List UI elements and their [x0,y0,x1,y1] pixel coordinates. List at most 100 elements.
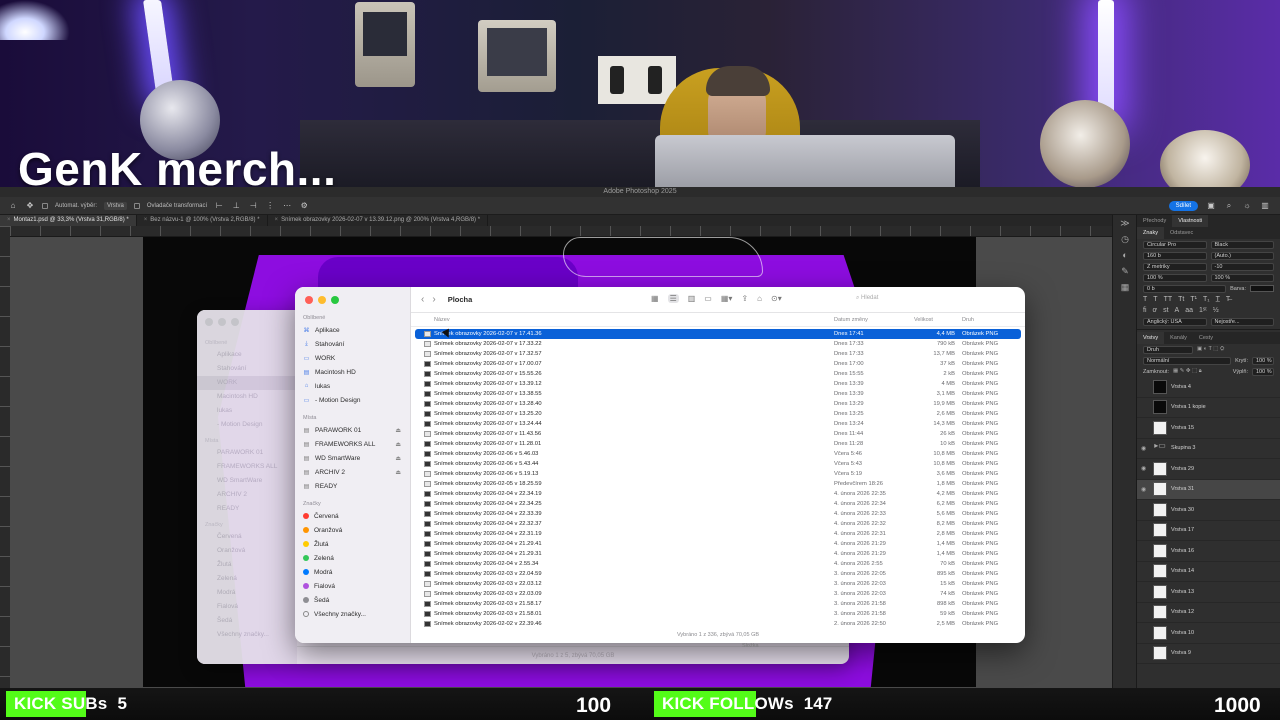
antialias-select[interactable]: Nejostře... [1210,317,1274,326]
workspace-icon[interactable]: ▥ [1260,201,1270,211]
layer-row[interactable]: Vrstva 13 [1137,582,1280,603]
action-icon[interactable]: ⊙▾ [771,294,782,303]
sidebar-item[interactable]: ▭ - Motion Design [295,393,411,407]
col-size[interactable]: Velikost [914,317,933,323]
group-icon[interactable]: ▦▾ [721,294,733,303]
tracking-field[interactable]: -10 [1210,262,1274,271]
faux-bold-icon[interactable]: T [1143,296,1147,303]
fractions-icon[interactable]: ½ [1213,307,1219,314]
layer-row[interactable]: ◉ Vrstva 31 [1137,479,1280,500]
file-row[interactable]: Snímek obrazovky 2026-02-04 v 22.34.25 4.… [415,499,1021,509]
eject-icon[interactable]: ⏏ [395,441,401,448]
col-date[interactable]: Datum změny [834,317,868,323]
search-icon[interactable]: ⌕ [1224,201,1234,211]
file-row[interactable]: Snímek obrazovky 2026-02-07 v 13.39.12 Dn… [415,379,1021,389]
blend-mode-select[interactable]: Normální [1143,356,1232,365]
ordinal-icon[interactable]: A [1175,307,1180,314]
sidebar-item[interactable]: Všechny značky... [295,607,411,621]
tab-character[interactable]: Znaky [1137,227,1164,239]
sidebar-item[interactable]: ▤ FRAMEWORKS ALL ⏏ [295,437,411,451]
file-row[interactable]: Snímek obrazovky 2026-02-07 v 17.00.07 Dn… [415,359,1021,369]
eject-icon[interactable]: ⏏ [395,469,401,476]
minimize-dot[interactable] [218,318,226,326]
back-sidebar-item[interactable]: lukas [197,404,297,418]
swatch-icon[interactable]: ▦ [1113,279,1137,295]
eject-icon[interactable]: ⏏ [395,455,401,462]
discover-icon[interactable]: ▣ [1206,201,1216,211]
close-icon[interactable]: × [7,217,11,223]
back-sidebar-item[interactable]: Červená [197,530,297,544]
settings-icon[interactable]: ⚙ [299,201,309,211]
back-icon[interactable]: ‹ [421,294,424,305]
file-row[interactable]: Snímek obrazovky 2026-02-03 v 22.03.09 3.… [415,589,1021,599]
col-name[interactable]: Název [434,317,450,323]
layer-row[interactable]: Vrstva 4 [1137,377,1280,398]
visibility-eye-icon[interactable]: ◉ [1141,445,1149,452]
horizontal-scale-field[interactable]: 100 % [1210,273,1274,282]
file-row[interactable]: Snímek obrazovky 2026-02-07 v 13.38.55 Dn… [415,389,1021,399]
home-icon[interactable]: ⌂ [8,201,18,211]
all-caps-icon[interactable]: TT [1164,296,1173,303]
file-row[interactable]: Snímek obrazovky 2026-02-04 v 22.32.37 4.… [415,519,1021,529]
visibility-eye-icon[interactable]: ◉ [1141,486,1149,493]
list-view-icon[interactable]: ☰ [667,294,679,303]
file-row[interactable]: Snímek obrazovky 2026-02-07 v 11.43.56 Dn… [415,429,1021,439]
layer-filter-select[interactable]: Druh [1143,345,1193,354]
font-size-field[interactable]: 160 b [1143,251,1207,260]
share-icon[interactable]: ⇪ [741,294,748,303]
visibility-eye-icon[interactable]: ◉ [1141,465,1149,472]
forward-icon[interactable]: › [432,294,435,305]
titling-icon[interactable]: aa [1185,307,1193,314]
tab-properties[interactable]: Vlastnosti [1172,215,1209,227]
back-sidebar-item[interactable]: WORK [197,376,297,390]
sidebar-item[interactable]: ▤ Macintosh HD [295,365,411,379]
vertical-scale-field[interactable]: 100 % [1143,273,1207,282]
layer-select-dropdown[interactable]: Vrstva [104,201,127,210]
strikethrough-icon[interactable]: T̶ [1226,296,1230,303]
auto-select-checkbox[interactable] [42,202,48,209]
file-row[interactable]: Snímek obrazovky 2026-02-03 v 22.03.12 3.… [415,579,1021,589]
file-row[interactable]: Snímek obrazovky 2026-02-07 v 17.33.22 Dn… [415,339,1021,349]
file-row[interactable]: Snímek obrazovky 2026-02-04 v 2.55.34 4. … [415,559,1021,569]
sidebar-item[interactable]: Žlutá [295,537,411,551]
icon-view-icon[interactable]: ▦ [651,294,659,303]
layer-row[interactable]: Vrstva 1 kopie [1137,398,1280,418]
sidebar-item[interactable]: Modrá [295,565,411,579]
small-caps-icon[interactable]: Tt [1178,296,1184,303]
align-left-icon[interactable]: ⊢ [214,201,224,211]
file-row[interactable]: Snímek obrazovky 2026-02-03 v 21.58.01 3.… [415,609,1021,619]
file-row[interactable]: Snímek obrazovky 2026-02-04 v 22.34.19 4.… [415,489,1021,499]
baseline-field[interactable]: 0 b [1143,284,1227,293]
back-sidebar-item[interactable]: Fialová [197,600,297,614]
file-row[interactable]: Snímek obrazovky 2026-02-04 v 21.29.41 4.… [415,539,1021,549]
back-sidebar-item[interactable]: - Motion Design [197,418,297,432]
align-right-icon[interactable]: ⊣ [248,201,258,211]
adjust-icon[interactable]: ◐ [1113,247,1137,263]
sidebar-item[interactable]: Oranžová [295,523,411,537]
sidebar-item[interactable]: ▤ WD SmartWare ⏏ [295,451,411,465]
font-family-select[interactable]: Circular Pro [1143,240,1207,249]
file-row[interactable]: Snímek obrazovky 2026-02-05 v 18.25.59 Př… [415,479,1021,489]
sidebar-item[interactable]: ▤ ARCHIV 2 ⏏ [295,465,411,479]
back-sidebar-item[interactable]: WD SmartWare [197,474,297,488]
back-sidebar-item[interactable]: Žlutá [197,558,297,572]
file-row[interactable]: Snímek obrazovky 2026-02-07 v 13.24.44 Dn… [415,419,1021,429]
file-row[interactable]: Snímek obrazovky 2026-02-06 v 5.43.44 Vče… [415,459,1021,469]
move-tool-icon[interactable]: ✥ [25,201,35,211]
file-row[interactable]: Snímek obrazovky 2026-02-03 v 21.58.17 3.… [415,599,1021,609]
subscript-icon[interactable]: T₁ [1203,296,1210,303]
swash-icon[interactable]: ơ [1153,307,1158,314]
search-field[interactable]: ⌕ Hledat [856,295,878,302]
opacity-field[interactable]: 100 % [1252,356,1274,365]
file-row[interactable]: Snímek obrazovky 2026-02-04 v 22.33.39 4.… [415,509,1021,519]
layer-row[interactable]: ◉ Vrstva 29 [1137,459,1280,480]
layer-row[interactable]: ◉ ▸▭ Skupina 3 [1137,439,1280,459]
sidebar-item[interactable]: ⌘ Aplikace [295,323,411,337]
sidebar-item[interactable]: ⤓ Stahování [295,337,411,351]
kerning-field[interactable]: Z metriky [1143,262,1207,271]
layer-row[interactable]: Vrstva 10 [1137,623,1280,644]
sidebar-item[interactable]: ▭ WORK [295,351,411,365]
underline-icon[interactable]: T̲ [1216,296,1220,303]
zoom-button[interactable] [331,296,339,304]
more-icon[interactable]: ⋯ [282,201,292,211]
